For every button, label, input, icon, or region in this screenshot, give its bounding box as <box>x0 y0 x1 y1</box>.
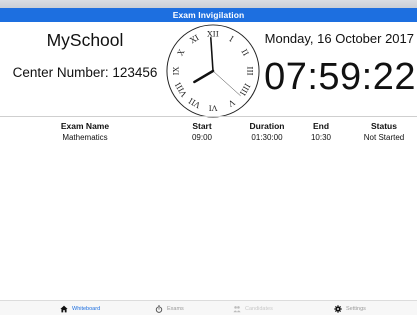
tab-candidates[interactable]: Candidates <box>233 303 273 314</box>
page-title: Exam Invigilation <box>172 10 245 20</box>
table-row[interactable]: Mathematics 09:00 01:30:00 10:30 Not Sta… <box>0 133 417 145</box>
exam-table: Exam Name Start Duration End Status Math… <box>0 121 417 145</box>
tab-label: Candidates <box>245 305 273 312</box>
clock-numeral: IX <box>172 66 181 75</box>
end-cell: 10:30 <box>310 133 332 142</box>
navigation-bar: Exam Invigilation <box>0 8 417 22</box>
header-status: Status <box>371 121 397 131</box>
status-cell: Not Started <box>363 133 405 142</box>
date-label: Monday, 16 October 2017 <box>264 31 414 46</box>
header-start: Start <box>192 121 212 131</box>
duration-cell: 01:30:00 <box>251 133 283 142</box>
tab-label: Exams <box>167 305 184 312</box>
tab-whiteboard[interactable]: Whiteboard <box>60 303 100 314</box>
clock-numeral: VI <box>209 103 219 112</box>
tab-bar: Whiteboard Exams Candidates Settings <box>0 300 417 315</box>
clock-numeral: III <box>245 66 254 75</box>
tab-settings[interactable]: Settings <box>334 303 366 314</box>
analog-clock: XIIIIIIIIIIIIVVIVIIVIIIIXXXI <box>166 24 260 118</box>
people-icon <box>233 305 241 312</box>
digital-clock: 07:59:22 <box>264 56 416 98</box>
header-exam-name: Exam Name <box>60 121 110 131</box>
clock-numeral: XII <box>207 30 219 39</box>
tab-label: Settings <box>346 305 366 312</box>
start-cell: 09:00 <box>191 133 213 142</box>
gear-icon <box>334 304 342 313</box>
tab-exams[interactable]: Exams <box>155 303 184 314</box>
home-icon <box>60 305 68 312</box>
header-end: End <box>312 121 330 131</box>
school-name: MySchool <box>46 30 124 50</box>
divider <box>0 116 417 117</box>
tab-label: Whiteboard <box>72 305 101 312</box>
center-number: Center Number: 123456 <box>12 65 158 80</box>
table-header: Exam Name Start Duration End Status <box>0 121 417 133</box>
status-bar <box>0 0 417 8</box>
header-duration: Duration <box>249 121 285 131</box>
stopwatch-icon <box>155 304 163 313</box>
exam-name-cell: Mathematics <box>62 133 108 142</box>
